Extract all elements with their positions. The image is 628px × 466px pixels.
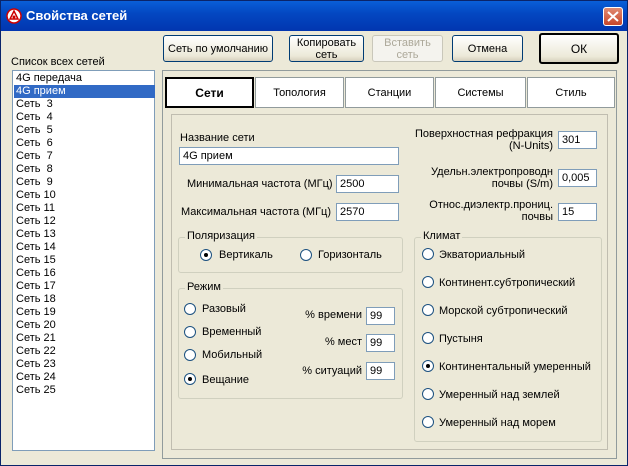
network-list-item[interactable]: Сеть 5 [14,124,155,137]
network-list-item[interactable]: Сеть 8 [14,163,155,176]
radio-single[interactable] [184,303,196,315]
radio-temperate-over-land-label: Умеренный над землей [439,389,560,401]
close-button[interactable] [603,7,623,26]
radio-broadcast-label: Вещание [202,374,249,386]
network-list-item[interactable]: 4G передача [14,72,155,85]
network-list-item[interactable]: Сеть 22 [14,345,155,358]
places-percent-label: % мест [324,336,362,348]
situations-percent-input[interactable]: 99 [366,362,395,380]
situations-percent-label: % ситуаций [302,365,362,377]
network-list-item[interactable]: Сеть 9 [14,176,155,189]
refraction-label-line2: (N-Units) [509,140,553,152]
radio-vertical-label: Вертикаль [219,249,273,261]
radio-continental-temperate-label: Континентальный умеренный [439,361,591,373]
conductivity-label-line2: почвы (S/m) [491,178,553,190]
climate-group-label: Климат [421,230,463,242]
network-list-item[interactable]: Сеть 12 [14,215,155,228]
radio-continental-temperate[interactable] [422,360,434,372]
network-list-label: Список всех сетей [11,56,105,68]
min-frequency-label: Минимальная частота (МГц) [187,178,333,190]
permittivity-label-line1: Относ.диэлектр.прониц. [429,199,553,211]
radio-temporary[interactable] [184,326,196,338]
tab-topology[interactable]: Топология [255,77,344,108]
network-list-item[interactable]: Сеть 14 [14,241,155,254]
radio-temperate-over-land[interactable] [422,388,434,400]
conductivity-input[interactable]: 0,005 [558,169,597,187]
ok-button[interactable]: ОК [539,33,619,64]
network-properties-dialog: Свойства сетей Список всех сетей 4G пере… [0,0,628,466]
max-frequency-label: Максимальная частота (МГц) [181,206,331,218]
mode-group-label: Режим [185,281,223,293]
default-network-button[interactable]: Сеть по умолчанию [163,35,273,62]
max-frequency-input[interactable]: 2570 [336,203,399,221]
permittivity-label-line2: почвы [521,211,553,223]
refraction-input[interactable]: 301 [558,131,597,149]
radio-continental-subtropical-label: Континент.субтропический [439,277,576,289]
network-list-item[interactable]: Сеть 17 [14,280,155,293]
network-list-item[interactable]: Сеть 20 [14,319,155,332]
app-icon [6,8,22,24]
radio-horizontal-label: Горизонталь [318,249,382,261]
copy-network-label-line1: Копировать [296,36,357,49]
network-list-item[interactable]: Сеть 21 [14,332,155,345]
radio-temperate-over-sea[interactable] [422,416,434,428]
radio-temporary-label: Временный [202,326,262,338]
network-list-item[interactable]: Сеть 25 [14,384,155,397]
permittivity-input[interactable]: 15 [558,203,597,221]
close-icon [607,11,619,22]
min-frequency-input[interactable]: 2500 [336,175,399,193]
cancel-button[interactable]: Отмена [452,35,523,62]
network-list-item[interactable]: Сеть 15 [14,254,155,267]
places-percent-input[interactable]: 99 [366,334,395,352]
network-list-item[interactable]: Сеть 16 [14,267,155,280]
radio-mobile[interactable] [184,349,196,361]
radio-maritime-subtropical[interactable] [422,304,434,316]
network-list-item[interactable]: Сеть 6 [14,137,155,150]
paste-network-button[interactable]: Вставить сеть [372,35,443,62]
copy-network-label-line2: сеть [315,48,338,61]
network-list-item[interactable]: Сеть 23 [14,358,155,371]
tab-style[interactable]: Стиль [527,77,615,108]
network-list-item[interactable]: Сеть 10 [14,189,155,202]
conductivity-label-line1: Удельн.электропроводн [431,166,553,178]
time-percent-input[interactable]: 99 [366,307,395,325]
paste-network-label-line1: Вставить [384,36,431,49]
network-list-item[interactable]: Сеть 18 [14,293,155,306]
network-list-item[interactable]: Сеть 24 [14,371,155,384]
radio-equatorial[interactable] [422,248,434,260]
radio-broadcast[interactable] [184,373,196,385]
network-name-input[interactable]: 4G прием [179,147,399,165]
polarization-group-label: Поляризация [185,230,257,242]
network-list-item[interactable]: Сеть 7 [14,150,155,163]
window-title: Свойства сетей [26,8,128,23]
network-list[interactable]: 4G передача 4G прием Сеть 3 Сеть 4 Сеть 5 Сет… [12,70,155,451]
tab-stations[interactable]: Станции [345,77,434,108]
time-percent-label: % времени [305,309,362,321]
network-list-item[interactable]: 4G прием [14,85,155,98]
radio-desert[interactable] [422,332,434,344]
radio-equatorial-label: Экваториальный [439,249,526,261]
network-list-item[interactable]: Сеть 11 [14,202,155,215]
radio-temperate-over-sea-label: Умеренный над морем [439,417,556,429]
network-list-item[interactable]: Сеть 4 [14,111,155,124]
radio-single-label: Разовый [202,303,246,315]
paste-network-label-line2: сеть [396,48,419,61]
tab-networks[interactable]: Сети [165,77,254,108]
network-list-item[interactable]: Сеть 19 [14,306,155,319]
radio-vertical[interactable] [200,249,212,261]
copy-network-button[interactable]: Копировать сеть [289,35,364,62]
network-name-label: Название сети [180,132,255,144]
refraction-label-line1: Поверхностная рефракция [414,128,553,140]
tab-systems[interactable]: Системы [435,77,526,108]
title-bar[interactable]: Свойства сетей [1,1,627,31]
radio-maritime-subtropical-label: Морской субтропический [439,305,568,317]
radio-horizontal[interactable] [300,249,312,261]
radio-continental-subtropical[interactable] [422,276,434,288]
radio-desert-label: Пустыня [439,333,483,345]
network-list-item[interactable]: Сеть 3 [14,98,155,111]
radio-mobile-label: Мобильный [202,349,263,361]
network-list-item[interactable]: Сеть 13 [14,228,155,241]
